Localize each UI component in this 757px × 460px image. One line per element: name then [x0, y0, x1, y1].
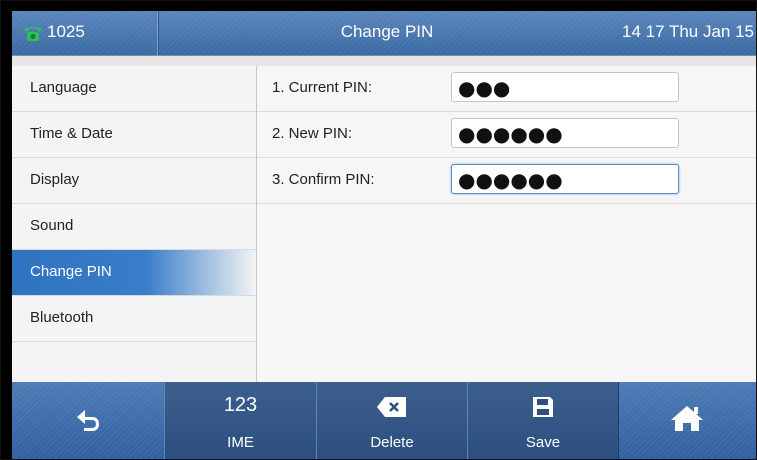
settings-sidebar: Language Time & Date Display Sound Chang…	[12, 66, 257, 382]
softkey-bar: 123 IME Delete Save	[12, 382, 756, 459]
sidebar-item-label: Time & Date	[30, 125, 113, 142]
main-content: Language Time & Date Display Sound Chang…	[12, 55, 756, 383]
save-label: Save	[525, 434, 561, 451]
save-button[interactable]: Save	[467, 382, 619, 459]
sidebar-item-label: Bluetooth	[30, 309, 94, 326]
backspace-icon	[377, 397, 406, 417]
floppy-disk-icon	[533, 397, 553, 417]
current-pin-field[interactable]: ●●●	[451, 72, 679, 102]
phone-screen: 1025 Change PIN 14 17 Thu Jan 15 Languag…	[12, 11, 756, 459]
sidebar-item-change-pin[interactable]: Change PIN	[12, 250, 256, 296]
account-number: 1025	[47, 22, 85, 41]
confirm-pin-label: 3. Confirm PIN:	[272, 171, 375, 188]
sidebar-item-label: Display	[30, 171, 80, 188]
sidebar-item-time-date[interactable]: Time & Date	[12, 112, 256, 158]
back-arrow-icon	[77, 410, 99, 431]
sidebar-item-display[interactable]: Display	[12, 158, 256, 204]
sidebar-item-label: Language	[30, 79, 97, 96]
home-button[interactable]	[618, 382, 756, 459]
delete-label: Delete	[370, 434, 414, 451]
page-title: Change PIN	[340, 22, 434, 41]
change-pin-form: 1. Current PIN: ●●● 2. New PIN: ●●●●●● 3…	[257, 66, 756, 382]
sidebar-item-label: Sound	[30, 217, 74, 234]
confirm-pin-field[interactable]: ●●●●●●	[451, 164, 679, 194]
current-pin-row: 1. Current PIN: ●●●	[257, 66, 756, 112]
confirm-pin-row: 3. Confirm PIN: ●●●●●●	[257, 158, 756, 204]
delete-button[interactable]: Delete	[316, 382, 468, 459]
sidebar-item-language[interactable]: Language	[12, 66, 256, 112]
current-pin-label: 1. Current PIN:	[272, 79, 373, 96]
new-pin-label: 2. New PIN:	[272, 125, 353, 142]
new-pin-field[interactable]: ●●●●●●	[451, 118, 679, 148]
ime-mode-label: 123	[223, 394, 258, 416]
date-time: 14 17 Thu Jan 15	[622, 22, 755, 41]
ime-button[interactable]: 123 IME	[164, 382, 317, 459]
home-icon	[671, 406, 703, 431]
sidebar-item-label: Change PIN	[30, 263, 112, 280]
account-area[interactable]: 1025	[12, 11, 158, 55]
phone-handset-icon	[24, 27, 42, 41]
ime-label: IME	[227, 434, 254, 451]
phone-display-frame: 1025 Change PIN 14 17 Thu Jan 15 Languag…	[0, 0, 757, 460]
sidebar-item-bluetooth[interactable]: Bluetooth	[12, 296, 256, 342]
back-button[interactable]	[12, 382, 164, 459]
new-pin-row: 2. New PIN: ●●●●●●	[257, 112, 756, 158]
sidebar-item-sound[interactable]: Sound	[12, 204, 256, 250]
status-bar: 1025 Change PIN 14 17 Thu Jan 15	[12, 11, 756, 55]
